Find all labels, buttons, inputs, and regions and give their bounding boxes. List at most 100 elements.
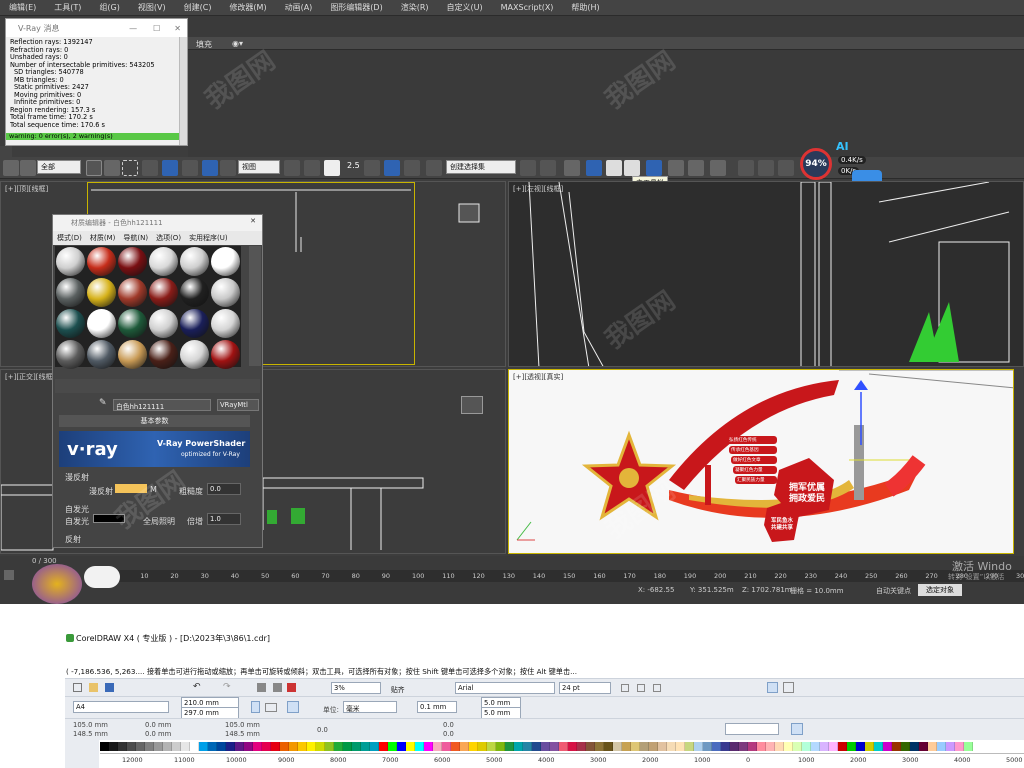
render-setup-icon[interactable] [668, 160, 684, 176]
menu-item[interactable]: 帮助(H) [562, 2, 608, 13]
palette-swatch[interactable] [649, 742, 658, 751]
render-frame-icon[interactable] [688, 160, 704, 176]
underline-icon[interactable] [653, 684, 661, 692]
print-icon[interactable] [287, 683, 296, 692]
material-slot[interactable] [87, 309, 116, 338]
outline-width-select[interactable] [725, 723, 779, 735]
palette-swatch[interactable] [505, 742, 514, 751]
palette-swatch[interactable] [919, 742, 928, 751]
move-icon[interactable] [162, 160, 178, 176]
palette-swatch[interactable] [415, 742, 424, 751]
palette-swatch[interactable] [739, 742, 748, 751]
reference-coord-select[interactable]: 视图 [238, 160, 280, 174]
menu-navigation[interactable]: 导航(N) [119, 233, 152, 243]
palette-swatch[interactable] [730, 742, 739, 751]
material-slot[interactable] [211, 278, 240, 307]
palette-swatch[interactable] [442, 742, 451, 751]
eye-icon[interactable]: ◉▾ [232, 39, 243, 48]
palette-swatch[interactable] [748, 742, 757, 751]
paper-size-select[interactable]: A4 [73, 701, 169, 713]
manipulate-icon[interactable] [304, 160, 320, 176]
export-icon[interactable] [273, 683, 282, 692]
material-slot[interactable] [180, 309, 209, 338]
region-select-icon[interactable] [122, 160, 138, 176]
angle-snap-icon[interactable] [364, 160, 380, 176]
palette-swatch[interactable] [667, 742, 676, 751]
curve-editor-icon[interactable] [606, 160, 622, 176]
material-slot[interactable] [56, 340, 85, 369]
palette-swatch[interactable] [613, 742, 622, 751]
palette-swatch[interactable] [523, 742, 532, 751]
selection-filter[interactable]: 全部 [37, 160, 81, 174]
palette-swatch[interactable] [964, 742, 973, 751]
palette-swatch[interactable] [784, 742, 793, 751]
select-icon[interactable] [86, 160, 102, 176]
palette-swatch[interactable] [289, 742, 298, 751]
palette-swatch[interactable] [568, 742, 577, 751]
render-icon[interactable] [710, 160, 726, 176]
coord-x[interactable]: X: -682.55 [638, 586, 674, 594]
material-slot[interactable] [149, 340, 178, 369]
palette-swatch[interactable] [856, 742, 865, 751]
palette-swatch[interactable] [775, 742, 784, 751]
vray-message-window[interactable]: V-Ray 消息 — ☐ ✕ Reflection rays: 1392147 … [5, 18, 188, 146]
palette-swatch[interactable] [685, 742, 694, 751]
basic-params-rollout[interactable]: 基本参数 [59, 415, 250, 427]
font-size-select[interactable]: 24 pt [559, 682, 611, 694]
material-name-field[interactable]: 白色hh121111 [113, 399, 211, 411]
palette-swatch[interactable] [478, 742, 487, 751]
columns-icon[interactable] [783, 682, 794, 693]
window-crossing-icon[interactable] [142, 160, 158, 176]
palette-swatch[interactable] [757, 742, 766, 751]
palette-swatch[interactable] [541, 742, 550, 751]
align-icon[interactable] [540, 160, 556, 176]
palette-swatch[interactable] [406, 742, 415, 751]
palette-swatch[interactable] [244, 742, 253, 751]
palette-swatch[interactable] [820, 742, 829, 751]
bold-icon[interactable] [621, 684, 629, 692]
palette-swatch[interactable] [658, 742, 667, 751]
palette-swatch[interactable] [595, 742, 604, 751]
menu-item[interactable]: 图形编辑器(D) [321, 2, 391, 13]
viewport-perspective[interactable]: [+][透视][真实] 弘扬红色传统 传承红色基因 做好红色文章 凝聚红色力量 … [508, 369, 1014, 554]
menu-material[interactable]: 材质(M) [86, 233, 120, 243]
material-slot[interactable] [211, 309, 240, 338]
palette-swatch[interactable] [586, 742, 595, 751]
edit-named-sets-icon[interactable] [426, 160, 442, 176]
menu-item[interactable]: 修改器(M) [220, 2, 275, 13]
coord-y[interactable]: Y: 351.525m [690, 586, 734, 594]
object-height[interactable]: 0.0 mm [145, 730, 171, 738]
material-slot[interactable] [87, 278, 116, 307]
undo-icon[interactable]: ↶ [193, 682, 201, 692]
palette-swatch[interactable] [550, 742, 559, 751]
viewport-left[interactable]: [+][左视][线框] [508, 181, 1024, 367]
pivot-icon[interactable] [284, 160, 300, 176]
palette-swatch[interactable] [172, 742, 181, 751]
vray-b-icon[interactable] [758, 160, 774, 176]
material-slot[interactable] [56, 278, 85, 307]
palette-swatch[interactable] [676, 742, 685, 751]
palette-swatch[interactable] [154, 742, 163, 751]
palette-swatch[interactable] [487, 742, 496, 751]
bind-icon[interactable] [20, 160, 36, 176]
menu-item[interactable]: MAXScript(X) [492, 3, 563, 12]
window-titlebar[interactable]: V-Ray 消息 — ☐ ✕ [6, 19, 187, 37]
import-icon[interactable] [257, 683, 266, 692]
palette-swatch[interactable] [865, 742, 874, 751]
palette-swatch[interactable] [109, 742, 118, 751]
palette-swatch[interactable] [298, 742, 307, 751]
mirror-icon[interactable] [520, 160, 536, 176]
material-type-button[interactable]: VRayMtl [217, 399, 259, 411]
palette-swatch[interactable] [451, 742, 460, 751]
skew-x[interactable]: 0.0 [443, 721, 454, 729]
menu-options[interactable]: 选项(O) [152, 233, 185, 243]
palette-swatch[interactable] [928, 742, 937, 751]
palette-swatch[interactable] [199, 742, 208, 751]
palette-swatch[interactable] [955, 742, 964, 751]
palette-swatch[interactable] [307, 742, 316, 751]
palette-swatch[interactable] [514, 742, 523, 751]
palette-swatch[interactable] [577, 742, 586, 751]
palette-swatch[interactable] [343, 742, 352, 751]
material-slot[interactable] [211, 247, 240, 276]
window-titlebar[interactable]: 材质编辑器 - 白色hh121111 ✕ [53, 215, 262, 231]
